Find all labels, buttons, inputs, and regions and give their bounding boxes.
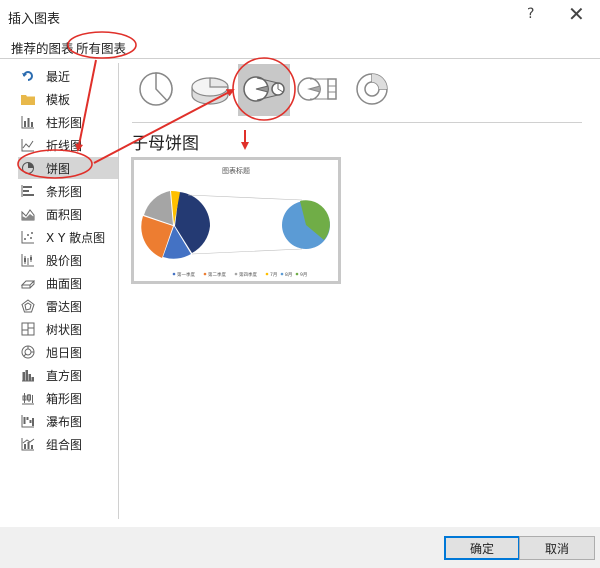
svg-text:8月: 8月	[285, 272, 292, 278]
preview-legend: 第一季度 第二季度 第四季度 7月 8月 9月	[172, 271, 307, 278]
sidebar-item-label: 曲面图	[46, 276, 83, 291]
svg-text:第二季度: 第二季度	[208, 271, 226, 278]
sidebar-item-templates[interactable]: 模板	[18, 88, 118, 110]
sidebar-item-label: 柱形图	[46, 115, 83, 130]
sidebar-item-treemap[interactable]: 树状图	[18, 318, 118, 340]
doughnut-subtype-icon	[352, 69, 392, 112]
tab-recommended-charts[interactable]: 推荐的图表	[11, 38, 74, 57]
sidebar-item-label: 股价图	[46, 253, 83, 268]
sidebar-item-label: 箱形图	[46, 391, 83, 406]
subtype-pie-of-pie[interactable]	[238, 64, 290, 116]
sidebar-item-column[interactable]: 柱形图	[18, 111, 118, 133]
svg-text:第一季度: 第一季度	[177, 271, 195, 278]
area-chart-icon	[20, 206, 36, 222]
recent-icon	[20, 68, 36, 84]
sidebar-item-line[interactable]: 折线图	[18, 134, 118, 156]
sidebar-item-label: 条形图	[46, 184, 83, 199]
subtype-bar-of-pie[interactable]	[292, 64, 344, 116]
sidebar-item-radar[interactable]: 雷达图	[18, 295, 118, 317]
sidebar-item-label: 雷达图	[46, 299, 83, 314]
help-button[interactable]: ?	[527, 6, 534, 22]
preview-chart-title: 图表标题	[222, 166, 250, 175]
preview-main-pie	[141, 190, 211, 259]
sidebar-divider	[118, 63, 119, 519]
subtype-doughnut[interactable]	[346, 64, 398, 116]
sidebar-item-scatter[interactable]: X Y 散点图	[18, 226, 118, 248]
histogram-chart-icon	[20, 367, 36, 383]
sidebar-item-box-whisker[interactable]: 箱形图	[18, 387, 118, 409]
scatter-chart-icon	[20, 229, 36, 245]
sidebar-item-label: 饼图	[46, 161, 71, 176]
combo-chart-icon	[20, 436, 36, 452]
sidebar-item-surface[interactable]: 曲面图	[18, 272, 118, 294]
pie-3d-subtype-icon	[188, 69, 232, 112]
chart-preview[interactable]: 图表标题 第一季度 第二季度 第四季度 7月 8月 9月	[131, 157, 341, 284]
pie-chart-icon	[20, 160, 36, 176]
sidebar-item-label: 组合图	[46, 437, 83, 452]
tab-divider	[0, 58, 600, 59]
sidebar-item-label: 直方图	[46, 368, 83, 383]
sidebar-item-label: 面积图	[46, 207, 83, 222]
preview-secondary-pie	[282, 200, 330, 249]
waterfall-chart-icon	[20, 413, 36, 429]
surface-chart-icon	[20, 275, 36, 291]
sidebar-item-label: 折线图	[46, 138, 83, 153]
sidebar-item-label: 树状图	[46, 322, 83, 337]
dialog-title: 插入图表	[8, 12, 61, 27]
chart-type-title: 子母饼图	[131, 134, 199, 154]
sidebar-item-label: X Y 散点图	[46, 230, 106, 245]
svg-text:第四季度: 第四季度	[239, 271, 257, 278]
radar-chart-icon	[20, 298, 36, 314]
bar-of-pie-subtype-icon	[295, 69, 341, 112]
ok-button[interactable]: 确定	[444, 536, 520, 560]
svg-text:9月: 9月	[300, 272, 307, 278]
sidebar-item-combo[interactable]: 组合图	[18, 433, 118, 455]
sidebar-item-label: 瀑布图	[46, 414, 83, 429]
subtype-pie[interactable]	[130, 64, 182, 116]
sidebar-item-pie[interactable]: 饼图	[18, 157, 118, 179]
bar-chart-icon	[20, 183, 36, 199]
box-whisker-chart-icon	[20, 390, 36, 406]
sidebar-item-sunburst[interactable]: 旭日图	[18, 341, 118, 363]
title-bar: 插入图表 ? ✕	[0, 0, 600, 30]
close-button[interactable]: ✕	[568, 2, 585, 26]
sidebar-item-waterfall[interactable]: 瀑布图	[18, 410, 118, 432]
sunburst-chart-icon	[20, 344, 36, 360]
subtype-divider	[132, 122, 582, 123]
stock-chart-icon	[20, 252, 36, 268]
cancel-button[interactable]: 取消	[519, 536, 595, 560]
sidebar-item-label: 模板	[46, 92, 71, 107]
pie-of-pie-subtype-icon	[241, 69, 287, 112]
treemap-chart-icon	[20, 321, 36, 337]
subtype-pie-3d[interactable]	[184, 64, 236, 116]
sidebar-item-histogram[interactable]: 直方图	[18, 364, 118, 386]
sidebar-item-bar[interactable]: 条形图	[18, 180, 118, 202]
pie-subtype-icon	[136, 69, 176, 112]
line-chart-icon	[20, 137, 36, 153]
folder-icon	[20, 91, 36, 107]
sidebar-item-label: 旭日图	[46, 345, 83, 360]
sidebar-item-area[interactable]: 面积图	[18, 203, 118, 225]
sidebar-item-stock[interactable]: 股价图	[18, 249, 118, 271]
chart-category-list: 最近 模板 柱形图 折线图 饼图 条形图 面积图 X Y 散点图 股价图 曲面图…	[8, 63, 118, 521]
sidebar-item-recent[interactable]: 最近	[18, 65, 118, 87]
column-chart-icon	[20, 114, 36, 130]
sidebar-item-label: 最近	[46, 69, 71, 84]
svg-text:7月: 7月	[270, 272, 277, 278]
tab-all-charts[interactable]: 所有图表	[76, 38, 126, 57]
